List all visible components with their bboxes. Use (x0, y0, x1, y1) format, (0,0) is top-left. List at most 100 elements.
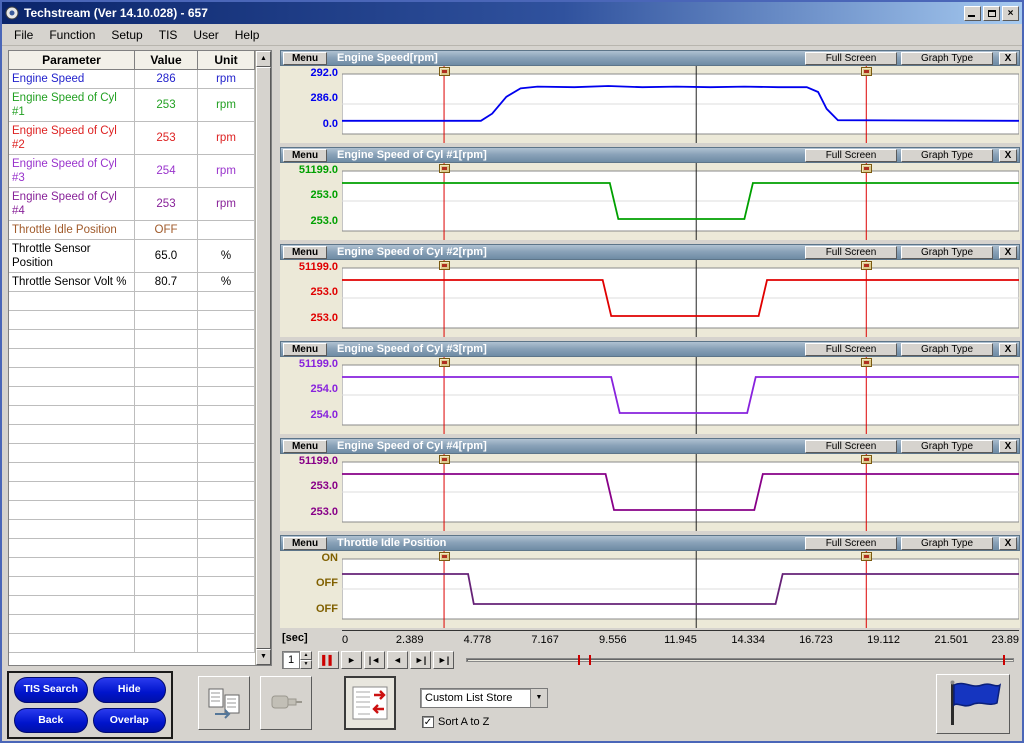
param-table-body: Engine Speed 286 rpm Engine Speed of Cyl #1… (9, 70, 255, 653)
slider-groove[interactable] (466, 658, 1014, 662)
graph-menu-button[interactable]: Menu (283, 148, 327, 162)
close-graph-button[interactable]: X (999, 51, 1017, 65)
frame-spinner[interactable]: 1 ▲ ▼ (282, 651, 312, 669)
restore-button[interactable] (983, 5, 1000, 21)
full-screen-button[interactable]: Full Screen (805, 148, 897, 162)
menu-item-function[interactable]: Function (41, 26, 103, 44)
full-screen-button[interactable]: Full Screen (805, 51, 897, 65)
spinner-value[interactable]: 1 (282, 651, 300, 669)
plot-area[interactable] (342, 66, 1019, 143)
graph-type-button[interactable]: Graph Type (901, 439, 993, 453)
graph-type-button[interactable]: Graph Type (901, 342, 993, 356)
overlap-button[interactable]: Overlap (92, 707, 166, 733)
table-row[interactable]: Engine Speed of Cyl #3 254 rpm (9, 155, 255, 188)
graph-type-button[interactable]: Graph Type (901, 51, 993, 65)
dropdown-arrow-icon[interactable]: ▼ (530, 689, 547, 707)
list-sync-button[interactable] (344, 676, 396, 730)
spinner-up-icon[interactable]: ▲ (300, 651, 312, 660)
step-back-button[interactable]: ◄ (387, 651, 408, 669)
spinner-arrows[interactable]: ▲ ▼ (300, 651, 312, 669)
table-row[interactable]: Engine Speed 286 rpm (9, 70, 255, 89)
cursor-flag-icon[interactable] (861, 67, 873, 76)
cursor-flag-icon[interactable] (861, 164, 873, 173)
play-button[interactable]: ► (341, 651, 362, 669)
graph-type-button[interactable]: Graph Type (901, 536, 993, 550)
spinner-down-icon[interactable]: ▼ (300, 660, 312, 669)
minimize-button[interactable] (964, 5, 981, 21)
table-row[interactable]: Throttle Sensor Position 65.0% (9, 240, 255, 273)
close-button[interactable]: × (1002, 5, 1019, 21)
table-row[interactable]: Engine Speed of Cyl #2 253 rpm (9, 122, 255, 155)
cursor-flag-icon[interactable] (439, 552, 451, 561)
table-row[interactable]: Throttle Sensor Volt % 80.7% (9, 273, 255, 292)
graph-header: Menu Engine Speed of Cyl #4[rpm] Full Scre… (280, 438, 1020, 454)
cell-empty (9, 539, 135, 558)
step-forward-button[interactable]: ►| (410, 651, 431, 669)
flag-button[interactable] (936, 674, 1010, 734)
cursor-flag-icon[interactable] (439, 358, 451, 367)
y-axis-label: 253.0 (310, 286, 338, 298)
scroll-down-icon[interactable]: ▼ (256, 649, 271, 665)
probe-button[interactable] (260, 676, 312, 730)
cursor-flag-icon[interactable] (861, 552, 873, 561)
table-row[interactable]: Engine Speed of Cyl #1 253 rpm (9, 89, 255, 122)
graph-menu-button[interactable]: Menu (283, 342, 327, 356)
custom-list-dropdown[interactable]: Custom List Store ▼ (420, 688, 548, 708)
menu-item-user[interactable]: User (185, 26, 226, 44)
timeline-slider[interactable] (466, 654, 1014, 666)
cursor-flag-icon[interactable] (439, 261, 451, 270)
menu-item-file[interactable]: File (6, 26, 41, 44)
cursor-flag-icon[interactable] (439, 455, 451, 464)
skip-end-button[interactable]: ►| (433, 651, 454, 669)
graph-menu-button[interactable]: Menu (283, 51, 327, 65)
close-graph-button[interactable]: X (999, 342, 1017, 356)
scrollbar-thumb[interactable] (256, 67, 271, 649)
graph-type-button[interactable]: Graph Type (901, 148, 993, 162)
column-header-parameter[interactable]: Parameter (9, 51, 135, 70)
tis-search-button[interactable]: TIS Search (14, 677, 88, 703)
cursor-flag-icon[interactable] (861, 261, 873, 270)
close-graph-button[interactable]: X (999, 245, 1017, 259)
plot-area[interactable] (342, 260, 1019, 337)
graph-menu-button[interactable]: Menu (283, 439, 327, 453)
cursor-flag-icon[interactable] (439, 164, 451, 173)
scroll-up-icon[interactable]: ▲ (256, 51, 271, 67)
table-row[interactable]: Throttle Idle Position OFF (9, 221, 255, 240)
column-header-unit[interactable]: Unit (198, 51, 255, 70)
cell-empty (198, 558, 255, 577)
graph-title: Engine Speed of Cyl #3[rpm] (337, 343, 487, 355)
skip-start-button[interactable]: |◄ (364, 651, 385, 669)
full-screen-button[interactable]: Full Screen (805, 245, 897, 259)
list-copy-button[interactable] (198, 676, 250, 730)
hide-button[interactable]: Hide (92, 677, 166, 703)
close-graph-button[interactable]: X (999, 148, 1017, 162)
full-screen-button[interactable]: Full Screen (805, 439, 897, 453)
graph-menu-button[interactable]: Menu (283, 245, 327, 259)
sort-checkbox[interactable]: ✓ (422, 716, 434, 728)
menu-item-help[interactable]: Help (227, 26, 268, 44)
plot-area[interactable] (342, 454, 1019, 531)
cursor-flag-icon[interactable] (861, 358, 873, 367)
cell-empty (198, 444, 255, 463)
table-row[interactable]: Engine Speed of Cyl #4 253 rpm (9, 188, 255, 221)
table-scrollbar[interactable]: ▲ ▼ (255, 51, 271, 665)
full-screen-button[interactable]: Full Screen (805, 342, 897, 356)
pause-button[interactable]: ▌▌ (318, 651, 339, 669)
graph-type-button[interactable]: Graph Type (901, 245, 993, 259)
cell-empty (9, 387, 135, 406)
plot-area[interactable] (342, 163, 1019, 240)
menu-item-setup[interactable]: Setup (103, 26, 150, 44)
full-screen-button[interactable]: Full Screen (805, 536, 897, 550)
close-graph-button[interactable]: X (999, 536, 1017, 550)
column-header-value[interactable]: Value (135, 51, 198, 70)
close-graph-button[interactable]: X (999, 439, 1017, 453)
back-button[interactable]: Back (14, 707, 88, 733)
cursor-flag-icon[interactable] (439, 67, 451, 76)
menu-item-tis[interactable]: TIS (151, 26, 186, 44)
dropdown-value: Custom List Store (425, 692, 513, 704)
graph-menu-button[interactable]: Menu (283, 536, 327, 550)
plot-area[interactable] (342, 551, 1019, 628)
cursor-flag-icon[interactable] (861, 455, 873, 464)
plot-area[interactable] (342, 357, 1019, 434)
sort-checkbox-row[interactable]: ✓ Sort A to Z (422, 716, 489, 728)
